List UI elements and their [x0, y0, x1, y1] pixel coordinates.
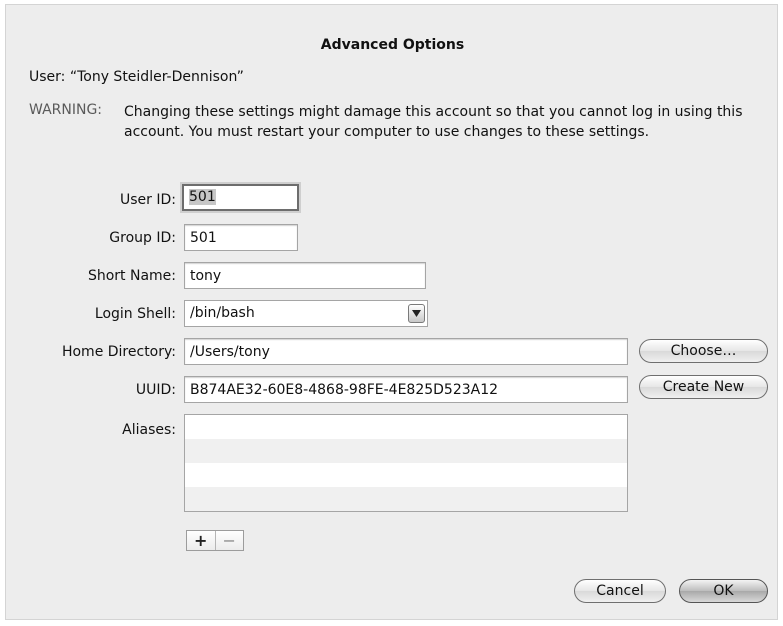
uuid-field[interactable]: [184, 376, 628, 403]
list-item[interactable]: [185, 439, 627, 463]
uuid-label: UUID:: [135, 382, 176, 398]
add-alias-button[interactable]: +: [187, 531, 215, 550]
aliases-list[interactable]: [184, 414, 628, 512]
alias-add-remove-control: + −: [186, 530, 244, 551]
group-id-label: Group ID:: [109, 230, 176, 246]
group-id-field[interactable]: [184, 224, 298, 251]
user-id-field[interactable]: 501: [182, 184, 299, 211]
chevron-down-icon: [408, 304, 425, 323]
user-line: User: “Tony Steidler-Dennison”: [29, 69, 244, 85]
choose-button[interactable]: Choose…: [639, 339, 768, 363]
cancel-button[interactable]: Cancel: [574, 579, 666, 603]
short-name-label: Short Name:: [87, 268, 176, 284]
home-directory-field[interactable]: [184, 338, 628, 365]
home-directory-label: Home Directory:: [61, 344, 176, 360]
user-id-label: User ID:: [120, 192, 176, 208]
user-id-value: 501: [189, 189, 216, 205]
list-item[interactable]: [185, 487, 627, 511]
ok-button[interactable]: OK: [679, 579, 768, 603]
warning-label: WARNING:: [29, 102, 103, 118]
create-new-button[interactable]: Create New: [639, 375, 768, 399]
aliases-label: Aliases:: [122, 422, 176, 438]
login-shell-popup[interactable]: /bin/bash: [184, 300, 428, 327]
short-name-field[interactable]: [184, 262, 426, 289]
dialog-title: Advanced Options: [320, 37, 465, 53]
advanced-options-dialog: Advanced Options User: “Tony Steidler-De…: [5, 4, 778, 620]
remove-alias-button[interactable]: −: [214, 531, 244, 550]
warning-text: Changing these settings might damage thi…: [124, 104, 743, 140]
list-item[interactable]: [185, 463, 627, 487]
login-shell-value: /bin/bash: [190, 305, 255, 321]
list-item[interactable]: [185, 415, 627, 439]
login-shell-label: Login Shell:: [94, 306, 176, 322]
